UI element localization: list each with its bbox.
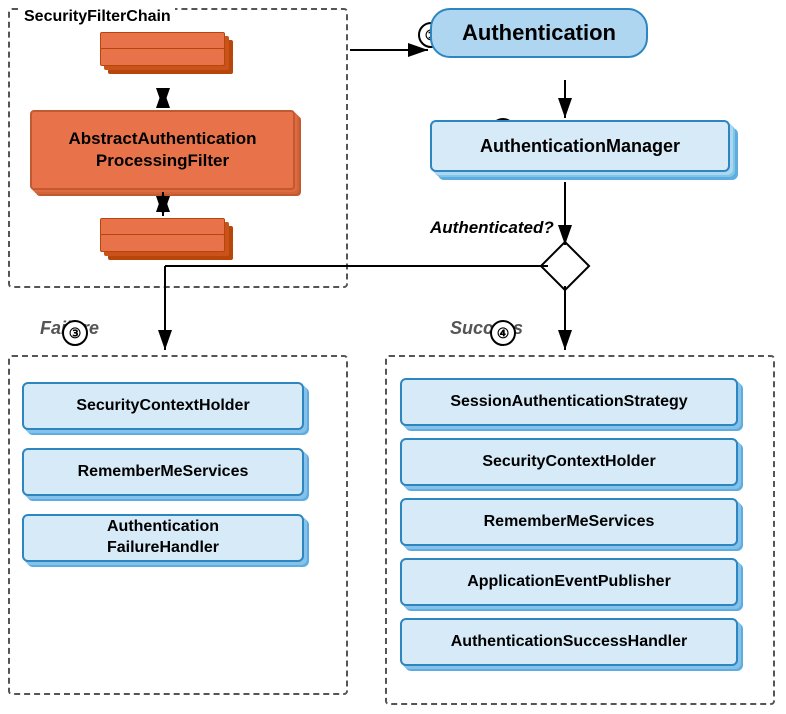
authenticated-label: Authenticated? bbox=[430, 218, 554, 238]
abstract-auth-label: AbstractAuthenticationProcessingFilter bbox=[69, 128, 257, 172]
success-component-4: ApplicationEventPublisher bbox=[400, 558, 750, 606]
success-component-1: SessionAuthenticationStrategy bbox=[400, 378, 750, 426]
failure-component-3: AuthenticationFailureHandler bbox=[22, 514, 317, 562]
abstract-auth-box: AbstractAuthenticationProcessingFilter bbox=[30, 110, 300, 190]
orange-bars-bottom bbox=[100, 218, 230, 274]
success-component-2: SecurityContextHolder bbox=[400, 438, 750, 486]
diamond-decision bbox=[540, 241, 591, 292]
auth-box-container: Authentication bbox=[430, 8, 648, 58]
diagram-container: SecurityFilterChain AbstractAuthenticati… bbox=[0, 0, 786, 714]
orange-bars-top bbox=[100, 32, 230, 88]
badge-3: ③ bbox=[62, 320, 88, 346]
auth-manager-container: AuthenticationManager bbox=[430, 120, 740, 172]
filter-chain-label: SecurityFilterChain bbox=[20, 8, 175, 26]
success-component-3: RememberMeServices bbox=[400, 498, 750, 546]
auth-manager-label: AuthenticationManager bbox=[480, 136, 680, 157]
success-component-5: AuthenticationSuccessHandler bbox=[400, 618, 750, 666]
failure-component-1: SecurityContextHolder bbox=[22, 382, 317, 430]
auth-box-label: Authentication bbox=[462, 20, 616, 45]
badge-4: ④ bbox=[490, 320, 516, 346]
failure-component-2: RememberMeServices bbox=[22, 448, 317, 496]
auth-box: Authentication bbox=[430, 8, 648, 58]
